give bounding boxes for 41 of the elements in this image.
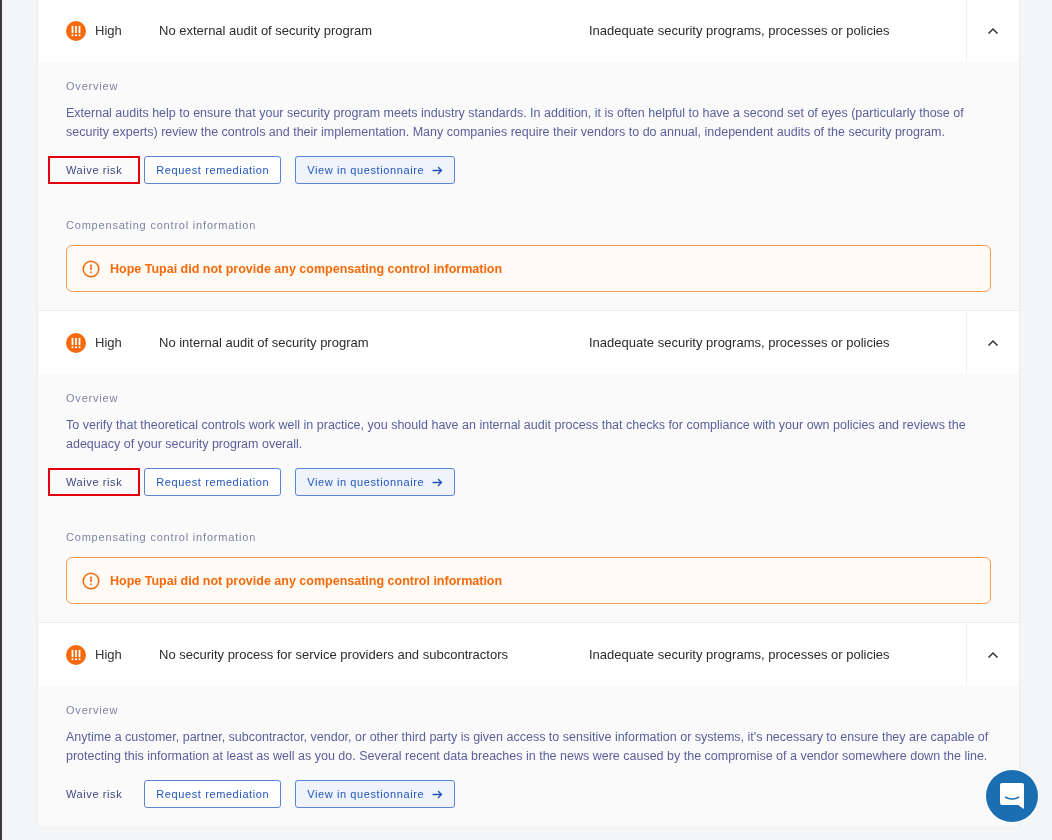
view-questionnaire-button[interactable]: View in questionnaire	[295, 468, 456, 496]
request-remediation-button[interactable]: Request remediation	[144, 468, 282, 496]
request-remediation-button[interactable]: Request remediation	[144, 780, 282, 808]
compensating-control-label: Compensating control information	[66, 219, 258, 231]
severity-label: High	[95, 335, 122, 350]
view-questionnaire-button[interactable]: View in questionnaire	[295, 780, 456, 808]
waive-risk-button[interactable]: Waive risk	[48, 468, 141, 496]
severity-icon	[66, 332, 86, 353]
finding-category: Inadequate security programs, processes or policies	[589, 23, 891, 38]
warning-message: Hope Tupai did not provide any compensating control information	[110, 261, 503, 276]
chevron-icon[interactable]	[987, 26, 999, 35]
compensating-control-label: Compensating control information	[66, 531, 258, 543]
request-remediation-button[interactable]: Request remediation	[144, 156, 282, 184]
finding-title: No internal audit of security program	[159, 335, 370, 350]
overview-text: Anytime a customer, partner, subcontractor, vendor, or other third party is given access to sensitive information or systems, it's necessary to ensure they are capable of protecting this information at least as well as you do. Several recent data breaches in the news were caused by the compromise of a vendor somewhere down the line.	[66, 729, 990, 765]
arrow-right-icon	[432, 165, 444, 175]
view-questionnaire-button[interactable]: View in questionnaire	[295, 156, 456, 184]
finding-title: No security process for service providers and subcontractors	[159, 647, 509, 662]
severity-label: High	[95, 23, 122, 38]
chat-launcher-button[interactable]	[986, 770, 1038, 822]
finding-title: No external audit of security program	[159, 23, 374, 38]
chat-bubble-icon	[999, 782, 1025, 810]
severity-icon	[66, 20, 86, 41]
chevron-icon[interactable]	[987, 338, 999, 347]
arrow-right-icon	[432, 789, 444, 799]
severity-icon	[66, 644, 86, 665]
warning-icon	[82, 571, 100, 590]
finding-category: Inadequate security programs, processes or policies	[589, 335, 891, 350]
waive-risk-button[interactable]: Waive risk	[48, 780, 141, 808]
warning-icon	[82, 259, 100, 278]
overview-label: Overview	[66, 80, 120, 92]
chevron-icon[interactable]	[987, 650, 999, 659]
overview-text: To verify that theoretical controls work well in practice, you should have an internal audit process that checks for compliance with your own policies and reviews the adequacy of your security program overall.	[66, 417, 967, 453]
finding-category: Inadequate security programs, processes or policies	[589, 647, 891, 662]
overview-label: Overview	[66, 392, 120, 404]
waive-risk-button[interactable]: Waive risk	[48, 156, 141, 184]
overview-text: External audits help to ensure that your security program meets industry standards. In addition, it is often helpful to have a second set of eyes (particularly those of security experts) review the controls and their implementation. Many companies require their vendors to do annual, independent audits of the security program.	[66, 105, 965, 141]
overview-label: Overview	[66, 704, 120, 716]
arrow-right-icon	[432, 477, 444, 487]
warning-message: Hope Tupai did not provide any compensating control information	[110, 573, 503, 588]
severity-label: High	[95, 647, 122, 662]
